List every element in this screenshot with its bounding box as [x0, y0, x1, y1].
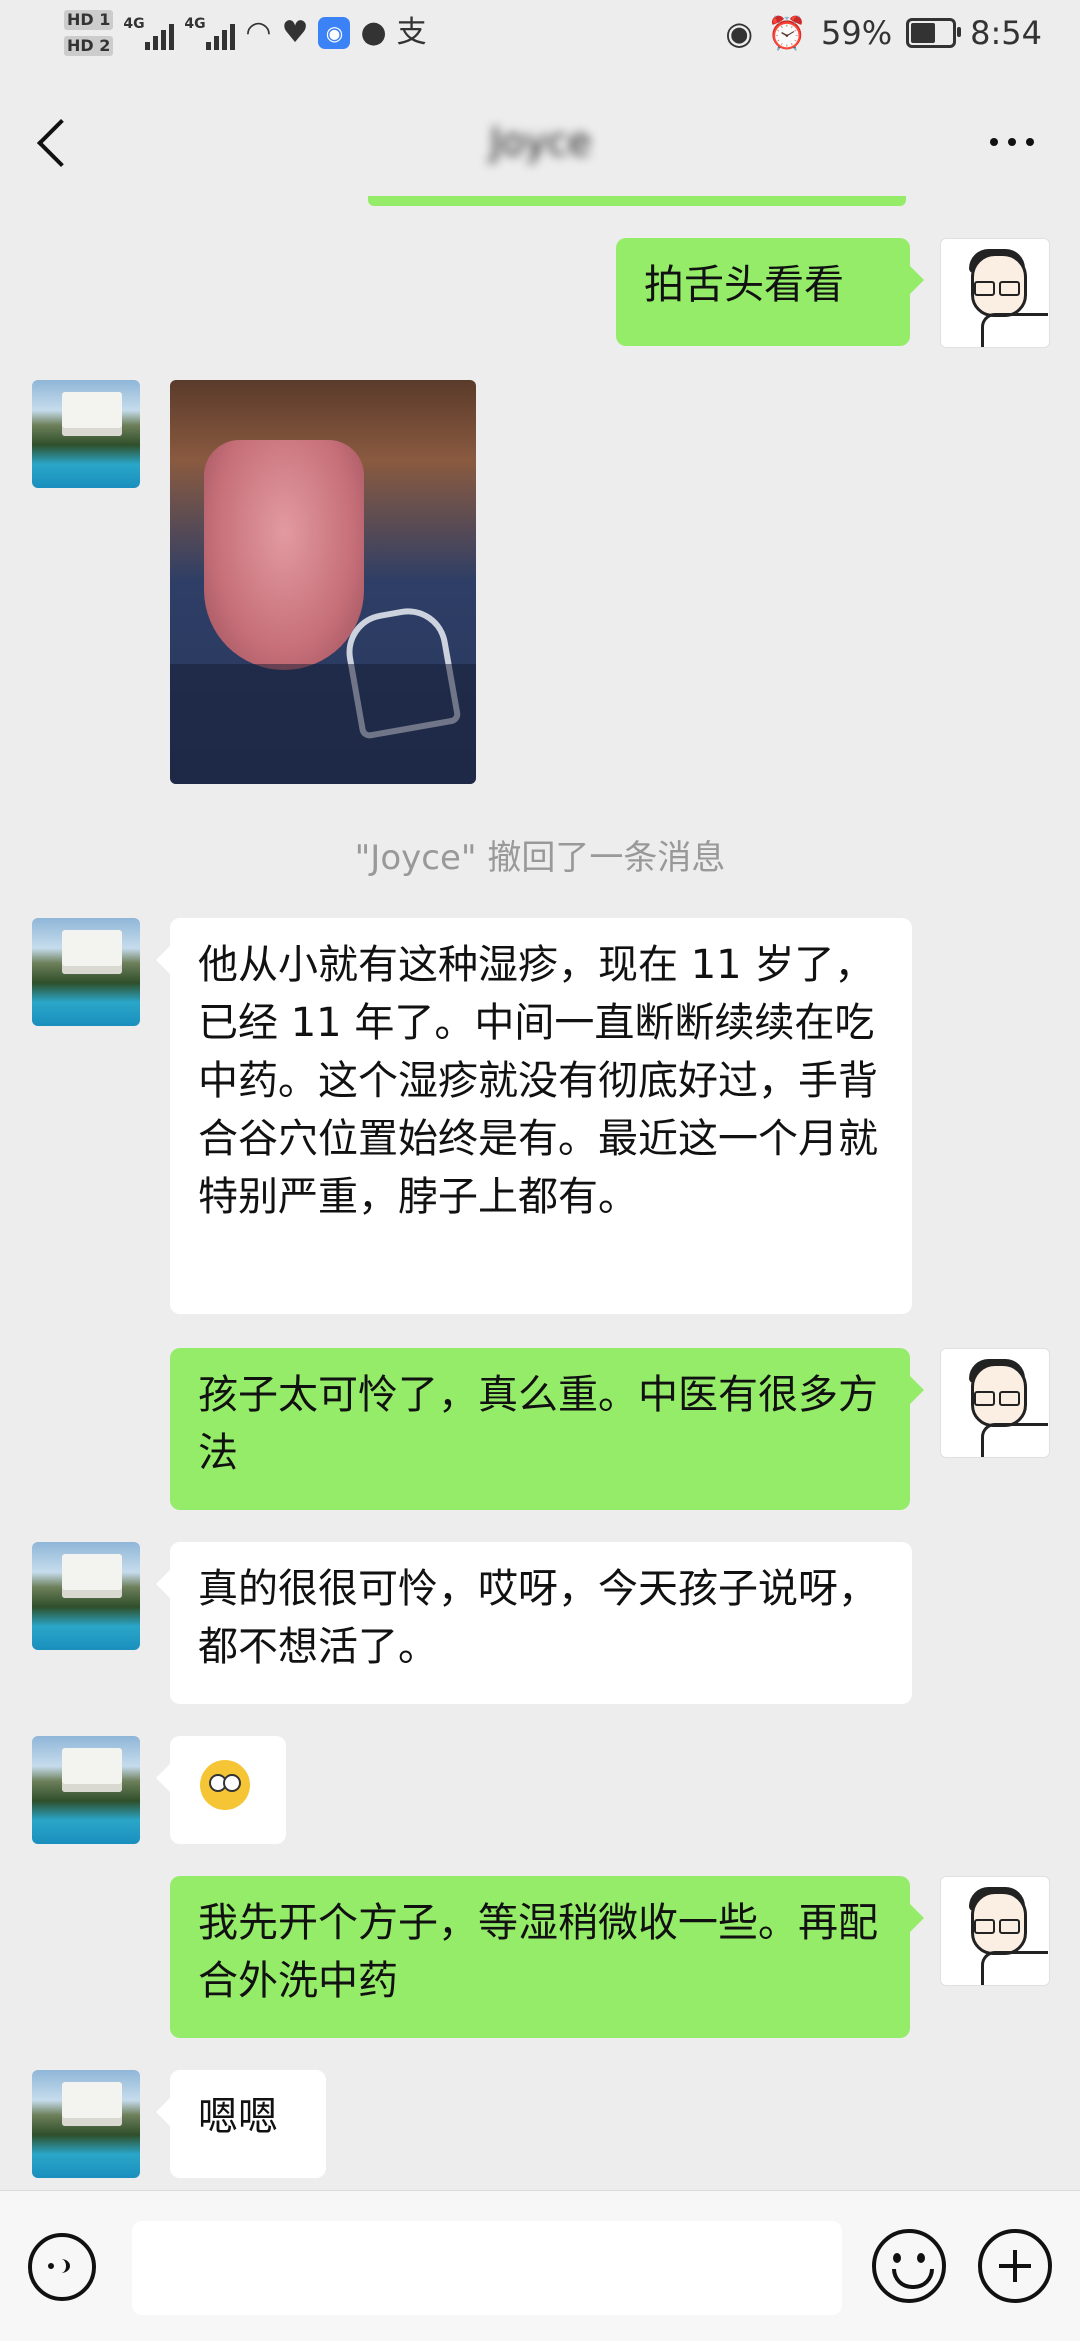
emoji-message[interactable]	[156, 1736, 286, 1844]
alipay-icon: 支	[396, 15, 427, 50]
qq-icon: ●	[360, 15, 387, 50]
back-button[interactable]	[26, 106, 86, 176]
more-options-button[interactable]	[972, 112, 1052, 172]
message-bubble-in[interactable]: 嗯嗯	[156, 2070, 326, 2178]
health-icon: ♥	[281, 15, 309, 50]
contact-avatar[interactable]	[32, 1736, 140, 1844]
hd2-badge: HD 2	[64, 36, 114, 56]
my-avatar[interactable]	[940, 1876, 1050, 1986]
recall-notice: "Joyce" 撤回了一条消息	[354, 838, 726, 878]
status-right: ◉ ⏰ 59% 8:54	[725, 14, 1042, 52]
signal-icon-2: 4G	[184, 16, 236, 50]
message-bubble-out[interactable]: 孩子太可怜了，真么重。中医有很多方法	[170, 1348, 924, 1510]
network-label-1: 4G	[123, 16, 145, 32]
pleading-face-icon	[200, 1760, 250, 1810]
contact-avatar[interactable]	[32, 380, 140, 488]
message-bubble-out[interactable]: 拍舌头看看	[616, 238, 924, 346]
clock: 8:54	[970, 14, 1042, 52]
contact-avatar[interactable]	[32, 918, 140, 1026]
my-avatar[interactable]	[940, 238, 1050, 348]
chat-title: Joyce	[490, 120, 592, 164]
emoji-button[interactable]	[872, 2229, 946, 2303]
message-bubble-in[interactable]: 他从小就有这种湿疹，现在 11 岁了，已经 11 年了。中间一直断断续续在吃中药…	[156, 918, 912, 1314]
alarm-icon: ⏰	[767, 14, 808, 52]
battery-percent: 59%	[821, 14, 893, 52]
previous-message-edge	[368, 196, 906, 206]
image-message[interactable]	[170, 380, 476, 784]
battery-icon	[906, 18, 962, 48]
input-bar	[0, 2190, 1080, 2341]
app-badge-icon: ◉	[318, 17, 351, 49]
contact-avatar[interactable]	[32, 2070, 140, 2178]
hd1-badge: HD 1	[64, 10, 114, 30]
more-dot-icon	[990, 138, 998, 146]
my-avatar[interactable]	[940, 1348, 1050, 1458]
message-input[interactable]	[132, 2221, 842, 2315]
message-bubble-out[interactable]: 我先开个方子，等湿稍微收一些。再配合外洗中药	[170, 1876, 924, 2038]
signal-icon: 4G	[123, 16, 175, 50]
voice-input-button[interactable]	[28, 2233, 96, 2301]
network-label-2: 4G	[184, 16, 206, 32]
message-bubble-in[interactable]: 真的很很可怜，哎呀，今天孩子说呀，都不想活了。	[156, 1542, 912, 1704]
more-functions-button[interactable]	[978, 2229, 1052, 2303]
chat-header: Joyce	[0, 72, 1080, 212]
contact-avatar[interactable]	[32, 1542, 140, 1650]
wifi-icon: ◠	[245, 15, 272, 50]
hd-indicators: HD 1 HD 2	[64, 10, 114, 56]
eye-icon: ◉	[725, 14, 754, 52]
status-bar: HD 1 HD 2 4G 4G ◠ ♥ ◉ ● 支 ◉ ⏰ 59% 8:54	[0, 0, 1080, 72]
status-left: HD 1 HD 2 4G 4G ◠ ♥ ◉ ● 支	[64, 10, 427, 56]
